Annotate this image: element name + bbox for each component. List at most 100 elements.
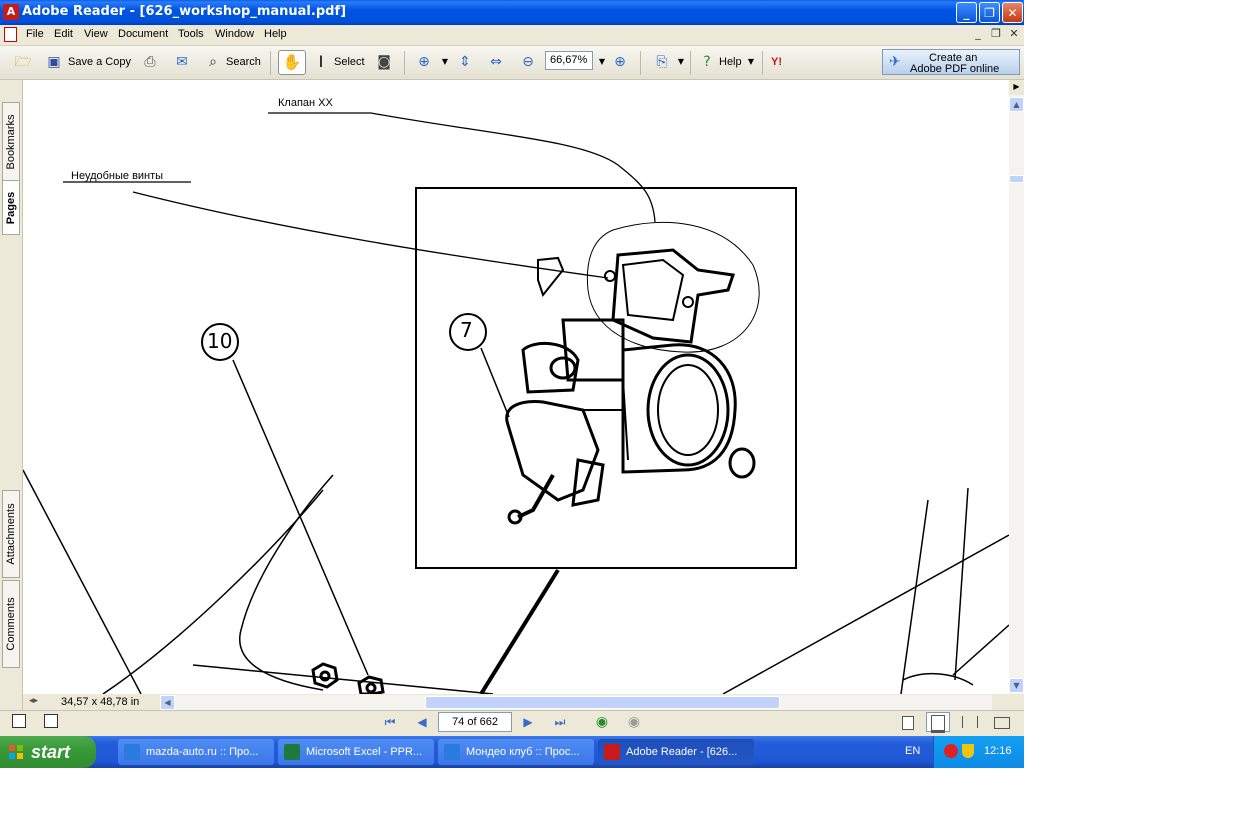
clock: 12:16 [984,745,1012,757]
select-button[interactable]: Select [334,51,365,73]
window-title: Adobe Reader - [626_workshop_manual.pdf] [22,4,347,19]
snapshot-camera-icon[interactable]: ◙ [375,53,393,71]
adobe-reader-icon[interactable]: A [3,4,19,20]
language-indicator[interactable]: EN [905,745,920,757]
scroll-up-arrow-icon[interactable]: ▲ [1009,97,1024,112]
doc-restore-icon[interactable]: ❐ [989,27,1003,40]
zoom-in-icon[interactable]: ⊕ [415,53,433,71]
scroll-down-arrow-icon[interactable]: ▼ [1009,678,1024,693]
zoom-out-icon[interactable]: ⊖ [519,53,537,71]
tab-attachments[interactable]: Attachments [2,490,20,578]
page-size-label: 34,57 x 48,78 in [61,696,140,708]
scroll-left-arrow-icon[interactable]: ◀ [160,695,175,710]
taskbar-item-label: mazda-auto.ru :: Про... [146,746,259,758]
horizontal-scrollbar[interactable]: ◀ [160,695,992,710]
title-bar[interactable]: A Adobe Reader - [626_workshop_manual.pd… [0,0,1024,25]
tab-bookmarks-label: Bookmarks [5,114,17,170]
menu-help[interactable]: Help [264,28,287,40]
previous-page-icon[interactable]: ◀ [414,714,430,730]
last-page-icon[interactable]: ⏭ [552,714,568,730]
save-copy-button[interactable]: Save a Copy [68,51,131,73]
part-10-label: 10 [207,329,233,353]
print-icon[interactable]: ⎙ [141,53,159,71]
zoom-plus-icon[interactable]: ⊕ [611,53,629,71]
email-icon[interactable]: ✉ [173,53,191,71]
fit-height-icon[interactable]: ⇕ [456,53,474,71]
restore-button[interactable]: ❐ [979,2,1000,23]
doc-minimize-icon[interactable]: _ [971,27,985,40]
help-button[interactable]: Help [719,51,742,73]
taskbar-item-excel[interactable]: Microsoft Excel - PPR... [278,739,434,765]
adobe-reader-window: A Adobe Reader - [626_workshop_manual.pd… [0,0,1024,768]
page-options-icon[interactable] [44,714,58,728]
close-button[interactable]: ✕ [1002,2,1023,23]
help-icon[interactable]: ? [698,53,716,71]
menu-view[interactable]: View [84,28,108,40]
binoculars-icon[interactable]: ⌕ [204,53,222,71]
rotate-view-icon[interactable]: ⎘ [653,53,671,71]
next-view-icon[interactable]: ◉ [626,714,642,730]
windows-flag-icon [9,745,23,759]
part-7-label: 7 [460,318,473,342]
antivirus-icon[interactable] [944,744,958,758]
page-size-arrows-icon: ◂▸ [29,696,39,706]
taskbar-item-label: Мондео клуб :: Прос... [466,746,580,758]
create-pdf-line2: Adobe PDF online [910,63,1000,75]
taskbar-item-mazda-auto[interactable]: mazda-auto.ru :: Про... [118,739,274,765]
menu-file[interactable]: File [26,28,44,40]
menu-bar: File Edit View Document Tools Window Hel… [0,25,1024,46]
pdf-document-icon[interactable] [4,27,17,42]
security-shield-icon[interactable] [962,744,974,758]
page-number-input[interactable]: 74 of 662 [438,712,512,732]
horizontal-scroll-thumb[interactable] [425,696,780,709]
vertical-scrollbar[interactable]: ▶ ▲ ▼ [1009,80,1024,694]
part-7-leader [480,347,510,418]
tab-bookmarks[interactable]: Bookmarks [2,102,20,182]
search-button[interactable]: Search [226,51,261,73]
menu-document[interactable]: Document [118,28,168,40]
page-thumbnail-icon[interactable] [12,714,26,728]
help-dropdown-icon[interactable]: ▼ [742,53,760,71]
continuous-facing-view-icon[interactable] [990,712,1014,732]
facing-view-icon[interactable] [958,712,982,732]
first-page-icon[interactable]: ⏮ [382,714,398,730]
rotate-dropdown-icon[interactable]: ▼ [672,53,690,71]
menu-window[interactable]: Window [215,28,254,40]
hand-tool-button[interactable]: ✋ [278,50,306,75]
doc-close-icon[interactable]: ✕ [1007,27,1021,40]
single-page-view-icon[interactable] [896,712,920,732]
taskbar-item-mondeo-club[interactable]: Мондео клуб :: Прос... [438,739,594,765]
fit-width-icon[interactable]: ⇔ [487,53,505,71]
callout-screws-label: Неудобные винты [71,170,164,182]
text-select-icon[interactable]: I [312,53,330,71]
zoom-level-input[interactable]: 66,67% [545,51,593,70]
continuous-view-icon[interactable] [926,712,950,733]
vertical-scroll-thumb[interactable] [1009,175,1024,183]
toolbar-separator [690,51,691,75]
next-page-icon[interactable]: ▶ [520,714,536,730]
open-folder-icon[interactable]: 🗁 [14,53,32,71]
toolbar: 🗁 ▣ Save a Copy ⎙ ✉ ⌕ Search I Select ◙ … [0,46,1024,80]
yahoo-button[interactable]: Y! [771,51,782,73]
adobe-reader-icon [604,744,620,760]
minimize-button[interactable]: _ [956,2,977,23]
menu-edit[interactable]: Edit [54,28,73,40]
taskbar-item-adobe-reader[interactable]: Adobe Reader - [626... [598,739,754,765]
panel-expand-arrow-icon[interactable]: ▶ [1009,80,1024,95]
tab-pages[interactable]: Pages [2,180,20,235]
technical-drawing [23,112,1009,694]
tab-comments[interactable]: Comments [2,580,20,668]
menu-tools[interactable]: Tools [178,28,204,40]
toolbar-separator [404,51,405,75]
save-disk-icon[interactable]: ▣ [45,53,63,71]
tab-comments-label: Comments [5,597,17,651]
create-pdf-online-button[interactable]: ✈ Create an Adobe PDF online [882,49,1020,75]
document-view[interactable]: Клапан ХХ Неудобные винты 7 10 [23,80,1009,694]
zoom-dropdown-icon[interactable]: ▼ [436,53,454,71]
valve-highlight-circle [586,221,760,353]
zoom-level-dropdown-icon[interactable]: ▼ [593,53,611,71]
excel-icon [284,744,300,760]
toolbar-separator [270,51,271,75]
start-button[interactable]: start [0,736,96,768]
previous-view-icon[interactable]: ◉ [594,714,610,730]
